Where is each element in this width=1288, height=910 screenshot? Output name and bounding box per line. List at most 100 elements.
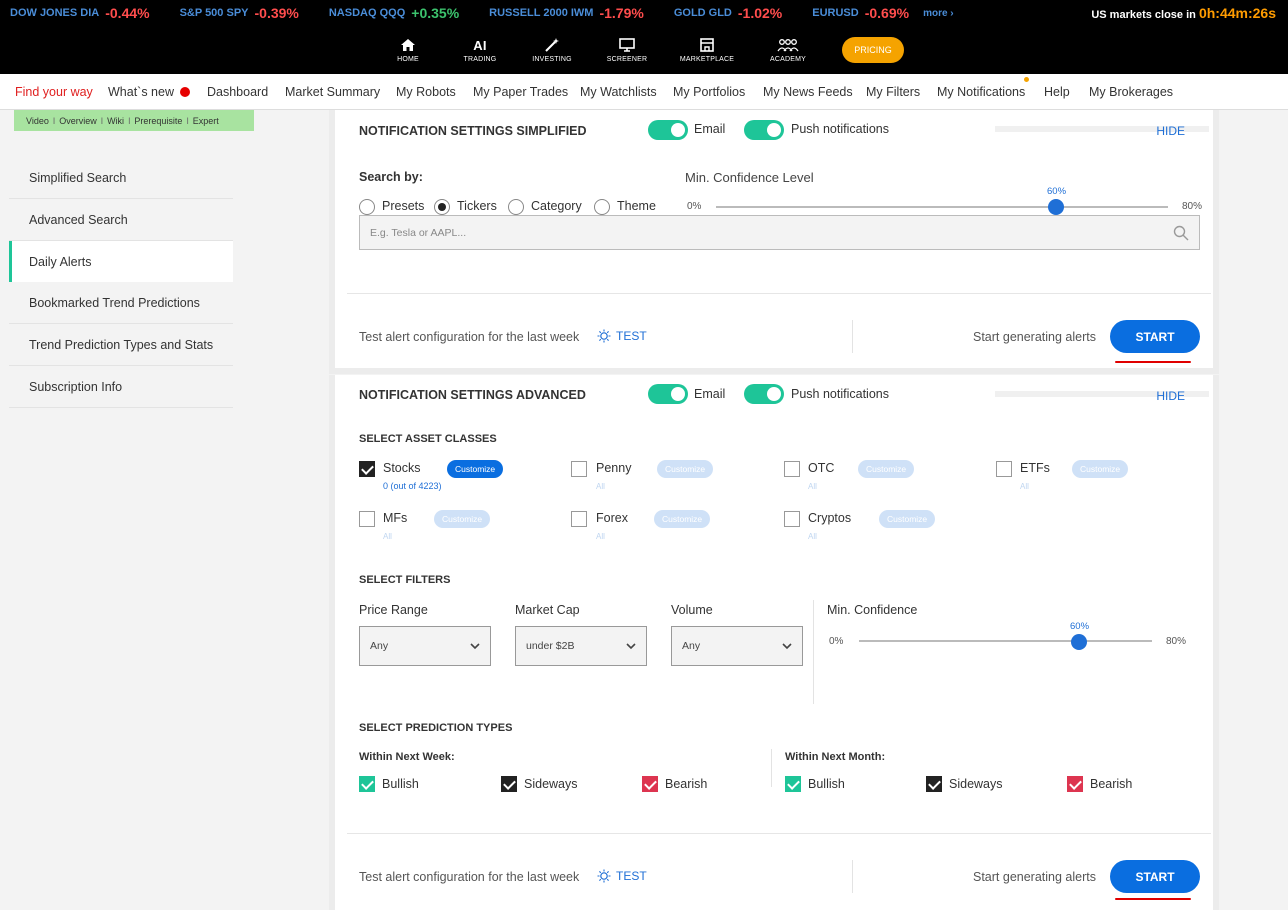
asset-cryptos-label: Cryptos [808, 511, 852, 525]
my-paper-trades-link[interactable]: My Paper Trades [473, 85, 568, 99]
notification-dot-icon [1024, 77, 1029, 82]
ticker-search-input[interactable]: E.g. Tesla or AAPL... [359, 215, 1200, 250]
email-toggle[interactable] [648, 384, 688, 404]
checkbox-week-bearish[interactable] [642, 776, 658, 792]
confidence-slider-track[interactable] [859, 640, 1152, 642]
customize-forex-button[interactable]: Customize [654, 510, 711, 528]
ticker-item[interactable]: EURUSD -0.69% [812, 5, 909, 21]
sidebar-item-bookmarked-trend-predictions[interactable]: Bookmarked Trend Predictions [9, 283, 233, 324]
customize-cryptos-button[interactable]: Customize [879, 510, 936, 528]
sidebar-item-trend-prediction-types[interactable]: Trend Prediction Types and Stats [9, 325, 233, 366]
customize-mfs-button[interactable]: Customize [434, 510, 491, 528]
main-navigation: HOME AI TRADING INVESTING SCREENER MARKE… [0, 26, 1288, 74]
push-toggle-label: Push notifications [791, 387, 889, 401]
my-brokerages-link[interactable]: My Brokerages [1089, 85, 1173, 99]
link-separator: ǀ [186, 115, 189, 126]
more-link[interactable]: more › [923, 8, 954, 19]
whats-new-link[interactable]: What`s new [108, 85, 190, 99]
mfs-all-label: All [383, 532, 392, 541]
email-toggle[interactable] [648, 120, 688, 140]
nav-marketplace-label: MARKETPLACE [679, 55, 735, 63]
otc-all-label: All [808, 482, 817, 491]
my-filters-link[interactable]: My Filters [866, 85, 920, 99]
hide-button[interactable]: HIDE [1156, 389, 1185, 403]
push-notifications-toggle[interactable] [744, 120, 784, 140]
nav-investing[interactable]: INVESTING [517, 26, 587, 74]
volume-select[interactable]: Any [671, 626, 803, 666]
ticker-name: S&P 500 SPY [179, 7, 249, 19]
chevron-down-icon [782, 643, 792, 650]
dashboard-link[interactable]: Dashboard [207, 85, 268, 99]
test-button[interactable]: TEST [597, 869, 647, 883]
ticker-item[interactable]: NASDAQ QQQ +0.35% [329, 5, 459, 21]
customize-etfs-button[interactable]: Customize [1072, 460, 1129, 478]
market-summary-link[interactable]: Market Summary [285, 85, 380, 99]
customize-otc-button[interactable]: Customize [858, 460, 915, 478]
checkbox-month-sideways[interactable] [926, 776, 942, 792]
nav-trading[interactable]: AI TRADING [445, 26, 515, 74]
checkbox-week-sideways[interactable] [501, 776, 517, 792]
hide-button[interactable]: HIDE [1156, 124, 1185, 138]
month-bearish-label: Bearish [1090, 777, 1133, 791]
customize-penny-button[interactable]: Customize [657, 460, 714, 478]
start-alerts-text: Start generating alerts [973, 870, 1096, 884]
confidence-slider-handle[interactable] [1048, 199, 1064, 215]
radio-category[interactable] [508, 199, 524, 215]
pricing-button[interactable]: PRICING [842, 37, 904, 63]
ticker-item[interactable]: S&P 500 SPY -0.39% [180, 5, 299, 21]
checkbox-stocks[interactable] [359, 461, 375, 477]
radio-theme[interactable] [594, 199, 610, 215]
ticker-value: -1.79% [599, 5, 644, 21]
test-alert-text: Test alert configuration for the last we… [359, 330, 580, 344]
nav-academy[interactable]: ACADEMY [753, 26, 823, 74]
sidebar-item-simplified-search[interactable]: Simplified Search [9, 158, 233, 199]
checkbox-month-bearish[interactable] [1067, 776, 1083, 792]
radio-category-label: Category [531, 199, 582, 213]
start-button[interactable]: START [1110, 860, 1200, 893]
overview-link[interactable]: Overview [59, 116, 97, 126]
nav-screener[interactable]: SCREENER [592, 26, 662, 74]
expert-link[interactable]: Expert [193, 116, 219, 126]
push-notifications-toggle[interactable] [744, 384, 784, 404]
confidence-slider-track[interactable] [716, 206, 1168, 208]
checkbox-cryptos[interactable] [784, 511, 800, 527]
market-cap-select[interactable]: under $2B [515, 626, 647, 666]
my-portfolios-link[interactable]: My Portfolios [673, 85, 745, 99]
checkbox-week-bullish[interactable] [359, 776, 375, 792]
video-link[interactable]: Video [26, 116, 49, 126]
my-news-feeds-link[interactable]: My News Feeds [763, 85, 853, 99]
find-your-way-link[interactable]: Find your way [15, 85, 93, 99]
sidebar-item-daily-alerts[interactable]: Daily Alerts [9, 241, 233, 282]
prerequisite-link[interactable]: Prerequisite [134, 116, 182, 126]
my-watchlists-link[interactable]: My Watchlists [580, 85, 657, 99]
radio-presets[interactable] [359, 199, 375, 215]
wiki-link[interactable]: Wiki [107, 116, 124, 126]
price-range-select[interactable]: Any [359, 626, 491, 666]
ticker-item[interactable]: RUSSELL 2000 IWM -1.79% [489, 5, 644, 21]
checkbox-etfs[interactable] [996, 461, 1012, 477]
checkbox-mfs[interactable] [359, 511, 375, 527]
radio-tickers[interactable] [434, 199, 450, 215]
ticker-item[interactable]: GOLD GLD -1.02% [674, 5, 782, 21]
ticker-value: -0.39% [254, 5, 299, 21]
asset-forex-label: Forex [596, 511, 628, 525]
start-button[interactable]: START [1110, 320, 1200, 353]
sidebar-item-advanced-search[interactable]: Advanced Search [9, 200, 233, 241]
ticker-item[interactable]: DOW JONES DIA -0.44% [10, 5, 150, 21]
checkbox-forex[interactable] [571, 511, 587, 527]
checkbox-penny[interactable] [571, 461, 587, 477]
checkbox-otc[interactable] [784, 461, 800, 477]
sidebar-item-subscription-info[interactable]: Subscription Info [9, 367, 233, 408]
confidence-slider-handle[interactable] [1071, 634, 1087, 650]
my-robots-link[interactable]: My Robots [396, 85, 456, 99]
nav-marketplace[interactable]: MARKETPLACE [672, 26, 742, 74]
customize-stocks-button[interactable]: Customize [447, 460, 504, 478]
help-link[interactable]: Help [1044, 85, 1070, 99]
forex-all-label: All [596, 532, 605, 541]
asset-classes-heading: SELECT ASSET CLASSES [359, 433, 497, 445]
checkbox-month-bullish[interactable] [785, 776, 801, 792]
ticker-value: -1.02% [737, 5, 783, 21]
nav-home[interactable]: HOME [373, 26, 443, 74]
my-notifications-link[interactable]: My Notifications [937, 85, 1025, 99]
test-button[interactable]: TEST [597, 329, 647, 343]
